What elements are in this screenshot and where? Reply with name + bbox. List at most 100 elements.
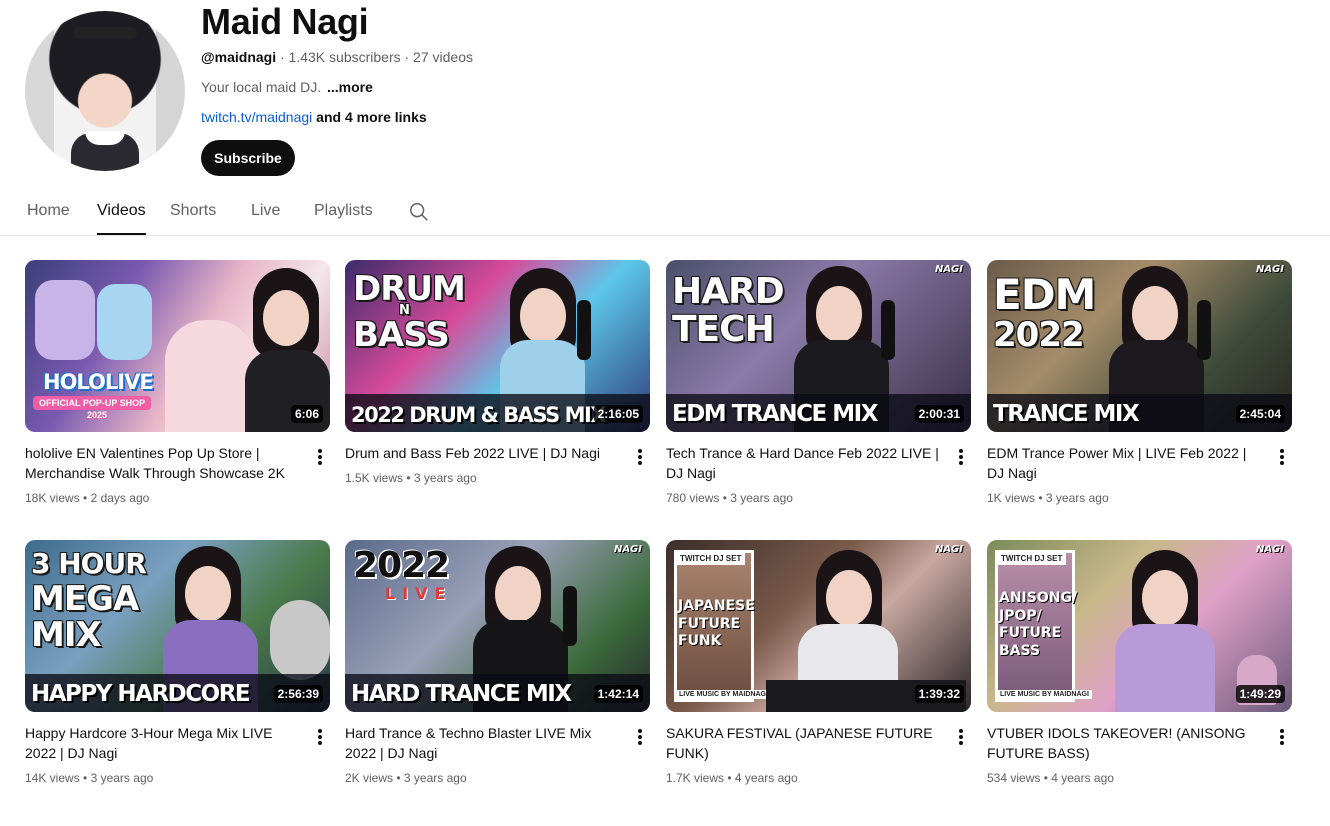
thumb-banner-text: HAPPY HARDCORE <box>31 681 251 707</box>
nagi-logo: NAGI <box>613 544 642 555</box>
video-duration: 6:06 <box>290 405 323 423</box>
video-title[interactable]: Hard Trance & Techno Blaster LIVE Mix 20… <box>345 723 623 763</box>
video-thumbnail[interactable]: TWITCH DJ SET ANISONG/ JPOP/ FUTURE BASS… <box>987 540 1292 712</box>
video-age: 3 years ago <box>1045 491 1109 505</box>
video-meta: 2K views • 3 years ago <box>345 771 467 785</box>
video-views: 18K views <box>25 491 80 505</box>
thumb-banner-text: TRANCE MIX <box>993 401 1140 427</box>
person-face <box>520 288 566 344</box>
plushie-graphic <box>97 284 152 360</box>
video-views: 2K views <box>345 771 394 785</box>
video-meta: 780 views • 3 years ago <box>666 491 793 505</box>
channel-name: Maid Nagi <box>201 1 369 42</box>
video-title[interactable]: VTUBER IDOLS TAKEOVER! (ANISONG FUTURE B… <box>987 723 1265 763</box>
video-title[interactable]: Drum and Bass Feb 2022 LIVE | DJ Nagi <box>345 443 623 463</box>
thumb-title: HOLOLIVE <box>43 370 154 394</box>
video-views: 1.5K views <box>345 471 404 485</box>
more-actions-icon[interactable] <box>953 447 969 467</box>
panel-genre: JAPANESE FUTURE FUNK <box>678 598 755 649</box>
more-actions-icon[interactable] <box>312 447 328 467</box>
more-actions-icon[interactable] <box>632 447 648 467</box>
video-meta: 1K views • 3 years ago <box>987 491 1109 505</box>
video-age: 3 years ago <box>90 771 154 785</box>
description-more-link[interactable]: ...more <box>327 79 373 95</box>
video-thumbnail[interactable]: TWITCH DJ SET JAPANESE FUTURE FUNK LIVE … <box>666 540 971 712</box>
thumb-title: MEGA <box>31 579 139 619</box>
thumb-banner-text: HARD TRANCE MIX <box>351 681 572 707</box>
person-body <box>1115 624 1215 712</box>
video-card[interactable]: NAGI HARD TECH EDM TRANCE MIX 2:00:31 Te… <box>666 260 971 520</box>
video-views: 1.7K views <box>666 771 725 785</box>
video-title[interactable]: Happy Hardcore 3-Hour Mega Mix LIVE 2022… <box>25 723 303 763</box>
panel-genre: ANISONG/ JPOP/ FUTURE BASS <box>999 590 1078 659</box>
video-title[interactable]: hololive EN Valentines Pop Up Store | Me… <box>25 443 303 483</box>
more-actions-icon[interactable] <box>312 727 328 747</box>
channel-handle: @maidnagi <box>201 49 277 65</box>
video-meta: 14K views • 3 years ago <box>25 771 154 785</box>
thumb-title: TECH <box>672 309 775 350</box>
video-title[interactable]: Tech Trance & Hard Dance Feb 2022 LIVE |… <box>666 443 944 483</box>
anime-character-graphic <box>165 320 255 432</box>
tab-live[interactable]: Live <box>251 202 280 220</box>
video-card[interactable]: NAGI 2022 LIVE HARD TRANCE MIX 1:42:14 H… <box>345 540 650 800</box>
more-actions-icon[interactable] <box>1274 447 1290 467</box>
person-face <box>816 286 862 342</box>
thumb-title: 2022 <box>353 545 450 586</box>
video-duration: 2:45:04 <box>1235 405 1285 423</box>
thumb-year: 2025 <box>87 410 108 420</box>
nagi-logo: NAGI <box>934 264 963 275</box>
video-thumbnail[interactable]: DRUM N BASS 2022 DRUM & BASS MIX 2:16:05 <box>345 260 650 432</box>
tab-shorts[interactable]: Shorts <box>170 202 216 220</box>
more-actions-icon[interactable] <box>953 727 969 747</box>
tab-videos[interactable]: Videos <box>97 202 146 235</box>
search-icon[interactable] <box>408 201 430 223</box>
video-views: 780 views <box>666 491 720 505</box>
thumb-title: MIX <box>31 615 102 655</box>
channel-avatar[interactable] <box>25 11 185 171</box>
thumb-title: EDM <box>993 270 1096 319</box>
person-face <box>263 290 309 346</box>
thumb-banner-text: EDM TRANCE MIX <box>672 401 878 427</box>
panel-footer: LIVE MUSIC BY MAIDNAGI <box>997 690 1092 699</box>
video-thumbnail[interactable]: 3 HOUR MEGA MIX HAPPY HARDCORE 2:56:39 <box>25 540 330 712</box>
video-card[interactable]: DRUM N BASS 2022 DRUM & BASS MIX 2:16:05… <box>345 260 650 520</box>
video-duration: 1:42:14 <box>593 685 643 703</box>
subscribe-button[interactable]: Subscribe <box>201 140 295 176</box>
video-meta: 1.5K views • 3 years ago <box>345 471 477 485</box>
tab-home[interactable]: Home <box>27 202 70 220</box>
thumb-title: BASS <box>353 315 450 355</box>
microphone-graphic <box>1197 300 1211 360</box>
person-face <box>1142 570 1188 626</box>
plushie-graphic <box>35 280 95 360</box>
thumb-title: 3 HOUR <box>31 547 147 580</box>
video-thumbnail[interactable]: NAGI HARD TECH EDM TRANCE MIX 2:00:31 <box>666 260 971 432</box>
video-views: 534 views <box>987 771 1041 785</box>
video-thumbnail[interactable]: NAGI 2022 LIVE HARD TRANCE MIX 1:42:14 <box>345 540 650 712</box>
video-title[interactable]: EDM Trance Power Mix | LIVE Feb 2022 | D… <box>987 443 1265 483</box>
video-card[interactable]: 3 HOUR MEGA MIX HAPPY HARDCORE 2:56:39 H… <box>25 540 330 800</box>
nagi-logo: NAGI <box>1255 264 1284 275</box>
person-face <box>1132 286 1178 342</box>
panel-header: TWITCH DJ SET <box>676 552 746 565</box>
video-card[interactable]: HOLOLIVE OFFICIAL POP-UP SHOP 2025 6:06 … <box>25 260 330 520</box>
video-views: 1K views <box>987 491 1036 505</box>
video-thumbnail[interactable]: HOLOLIVE OFFICIAL POP-UP SHOP 2025 6:06 <box>25 260 330 432</box>
twitch-link[interactable]: twitch.tv/maidnagi <box>201 109 312 125</box>
video-card[interactable]: TWITCH DJ SET ANISONG/ JPOP/ FUTURE BASS… <box>987 540 1292 800</box>
video-card[interactable]: NAGI EDM 2022 TRANCE MIX 2:45:04 EDM Tra… <box>987 260 1292 520</box>
channel-description[interactable]: Your local maid DJ. ...more <box>201 79 373 95</box>
video-title[interactable]: SAKURA FESTIVAL (JAPANESE FUTURE FUNK) <box>666 723 944 763</box>
video-age: 4 years ago <box>1051 771 1114 785</box>
video-duration: 1:49:29 <box>1235 685 1285 703</box>
plushie-graphic <box>270 600 330 680</box>
video-thumbnail[interactable]: NAGI EDM 2022 TRANCE MIX 2:45:04 <box>987 260 1292 432</box>
panel-footer: LIVE MUSIC BY MAIDNAGI <box>676 690 771 699</box>
video-card[interactable]: TWITCH DJ SET JAPANESE FUTURE FUNK LIVE … <box>666 540 971 800</box>
more-actions-icon[interactable] <box>632 727 648 747</box>
nagi-logo: NAGI <box>1255 544 1284 555</box>
tab-playlists[interactable]: Playlists <box>314 202 373 220</box>
channel-links: twitch.tv/maidnagi and 4 more links <box>201 109 427 125</box>
video-age: 3 years ago <box>403 771 467 785</box>
more-actions-icon[interactable] <box>1274 727 1290 747</box>
more-links-button[interactable]: and 4 more links <box>312 109 427 125</box>
